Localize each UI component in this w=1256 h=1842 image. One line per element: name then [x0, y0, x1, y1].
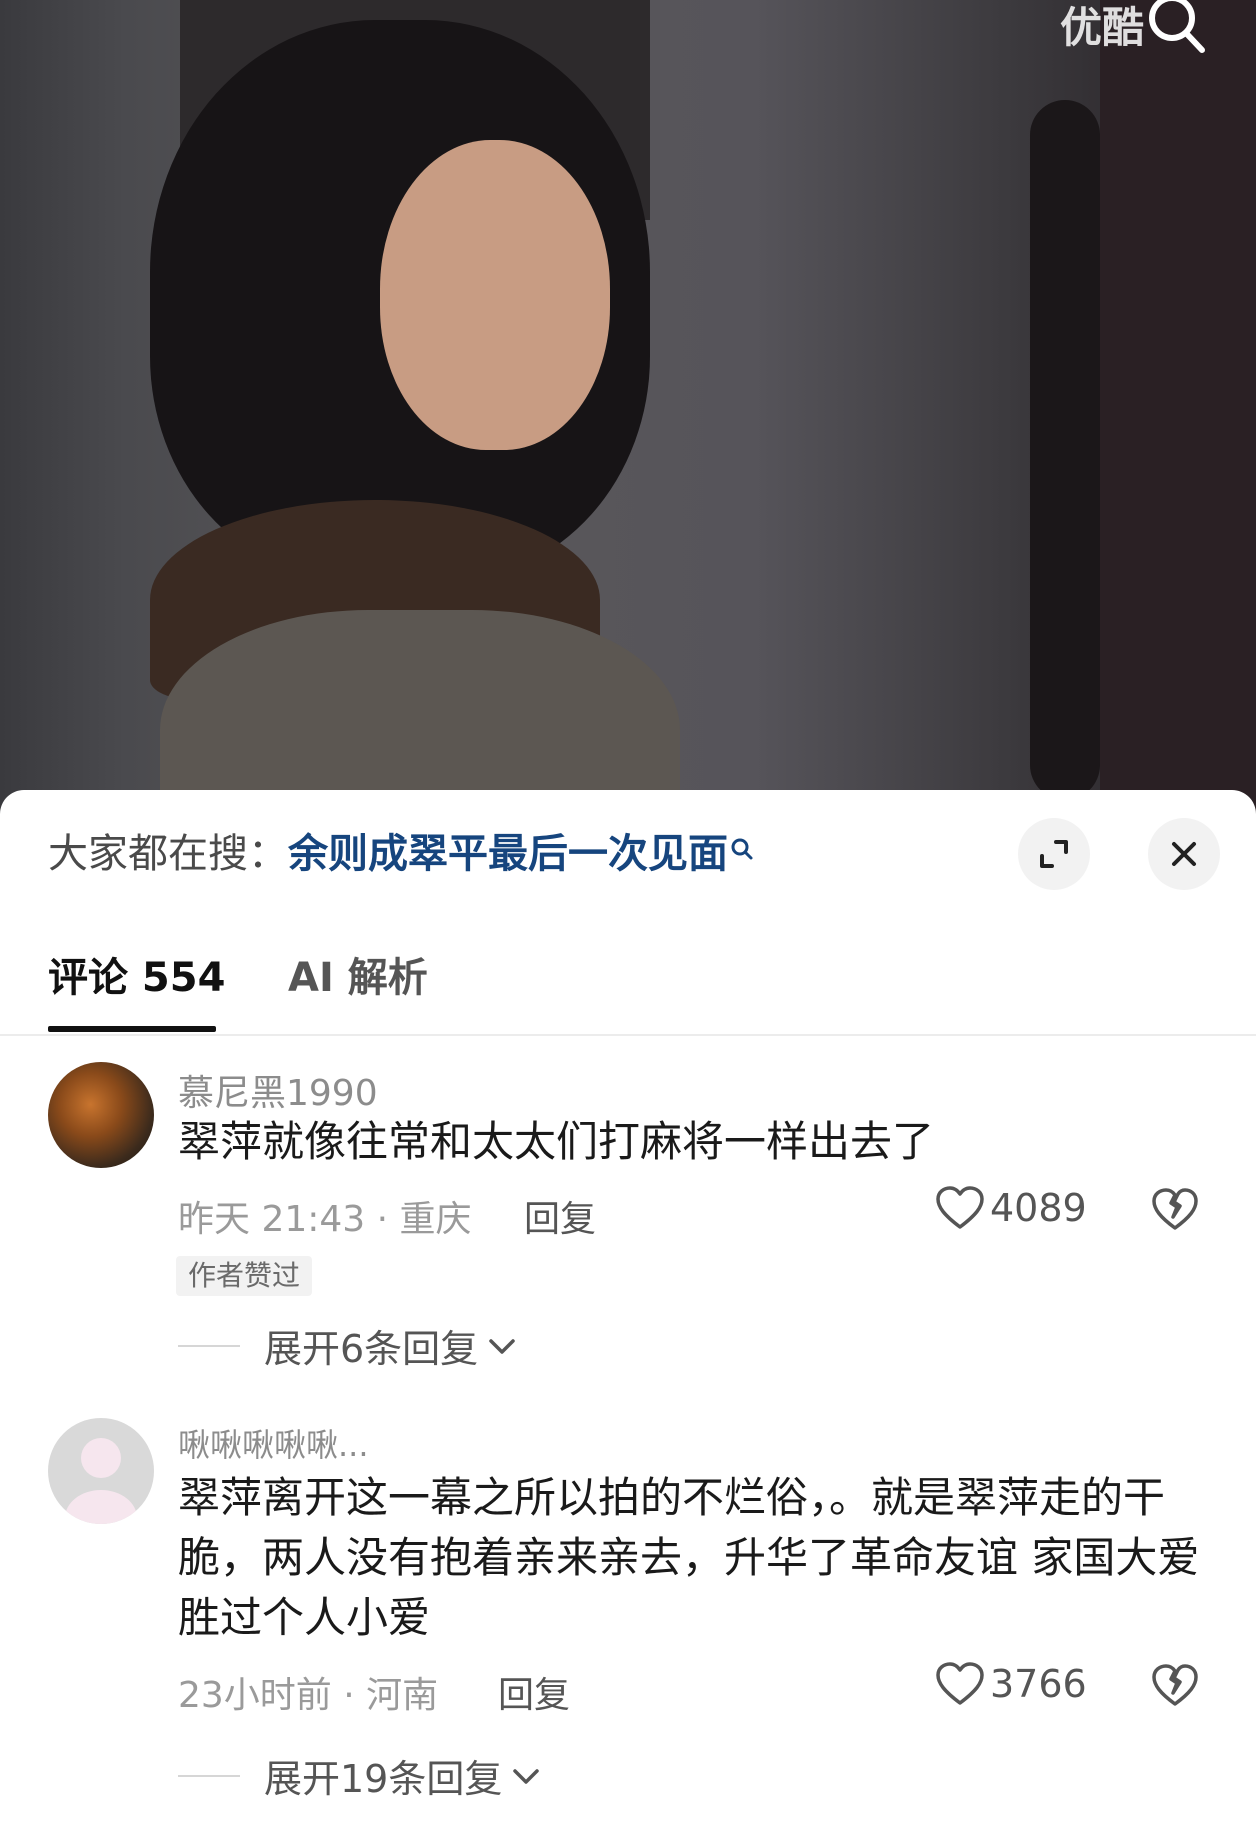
comment-text: 翠萍离开这一幕之所以拍的不烂俗，。就是翠萍走的干脆，两人没有抱着亲来亲去，升华了…: [178, 1473, 1200, 1642]
video-umbrella: [1030, 100, 1100, 800]
broken-heart-icon: [1152, 1664, 1198, 1706]
expand-replies-label: 展开6条回复: [264, 1327, 479, 1371]
comment-time-location: 23小时前 · 河南: [178, 1675, 439, 1716]
heart-icon: [936, 1186, 984, 1229]
expand-replies-button[interactable]: 展开6条回复: [178, 1318, 520, 1373]
heart-icon: [936, 1662, 984, 1705]
comment-text: 翠萍就像往常和太太们打麻将一样出去了: [178, 1117, 935, 1166]
like-count: 4089: [990, 1186, 1087, 1230]
youku-logo: 优酷: [1060, 3, 1145, 52]
expand-icon: [1040, 840, 1068, 868]
comment-sheet: 大家都在搜：余则成翠平最后一次见面 评论 554 AI 解析 慕尼黑1990 翠…: [0, 790, 1256, 1842]
search-icon: [1149, 0, 1205, 53]
avatar[interactable]: [48, 1418, 154, 1524]
author-liked-badge: 作者赞过: [176, 1256, 313, 1296]
reply-button[interactable]: 回复: [524, 1190, 596, 1242]
reply-button[interactable]: 回复: [498, 1666, 570, 1718]
like-button[interactable]: 3766: [934, 1660, 1087, 1708]
comment-username[interactable]: 慕尼黑1990: [178, 1064, 378, 1116]
search-button[interactable]: [1140, 0, 1210, 60]
like-count: 3766: [990, 1662, 1087, 1706]
chevron-down-icon: [513, 1768, 540, 1784]
like-button[interactable]: 4089: [934, 1184, 1087, 1232]
trending-search: 大家都在搜：余则成翠平最后一次见面: [48, 826, 754, 882]
tab-comments[interactable]: 评论 554: [48, 938, 225, 1018]
small-search-icon: [730, 826, 754, 882]
broken-heart-icon: [1152, 1188, 1198, 1230]
comment-time-location: 昨天 21:43 · 重庆: [178, 1199, 472, 1240]
comment-username[interactable]: 啾啾啾啾啾...: [178, 1420, 369, 1466]
divider-dash: [178, 1774, 240, 1777]
tab-ai-analysis[interactable]: AI 解析: [288, 938, 428, 1018]
video-person-face: [380, 140, 610, 450]
close-button[interactable]: [1148, 818, 1220, 890]
comment-tabs: 评论 554 AI 解析: [48, 938, 1208, 1028]
video-background-wall: [1100, 0, 1256, 820]
trending-label: 大家都在搜：: [48, 831, 288, 877]
divider-dash: [178, 1344, 240, 1347]
default-avatar-icon: [65, 1438, 137, 1524]
video-coat: [160, 610, 680, 820]
chevron-down-icon: [489, 1338, 515, 1354]
expand-replies-button[interactable]: 展开19条回复: [178, 1748, 544, 1803]
active-tab-indicator: [48, 1026, 216, 1032]
avatar[interactable]: [48, 1062, 154, 1168]
close-icon: [1172, 842, 1196, 866]
trending-query-link[interactable]: 余则成翠平最后一次见面: [288, 831, 728, 877]
video-player[interactable]: 优酷: [0, 0, 1256, 820]
expand-replies-label: 展开19条回复: [264, 1757, 503, 1801]
tabs-divider: [0, 1034, 1256, 1036]
dislike-button[interactable]: [1150, 1186, 1200, 1236]
dislike-button[interactable]: [1150, 1662, 1200, 1712]
fullscreen-button[interactable]: [1018, 818, 1090, 890]
